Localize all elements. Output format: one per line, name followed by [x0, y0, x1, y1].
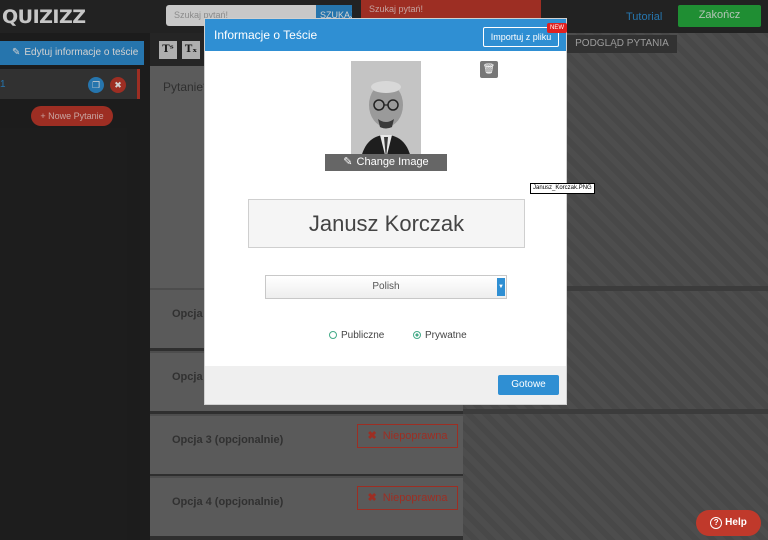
radio-label: Prywatne: [425, 330, 467, 341]
radio-label: Publiczne: [341, 330, 385, 341]
radio-selected-icon: [413, 331, 421, 339]
chevron-down-icon: ▼: [497, 278, 505, 296]
help-label: Help: [725, 517, 747, 528]
visibility-radio-public[interactable]: Publiczne: [329, 330, 384, 341]
trash-icon[interactable]: 🗑: [480, 61, 498, 78]
visibility-radio-private[interactable]: Prywatne: [413, 330, 467, 341]
question-icon: ?: [710, 517, 723, 529]
edit-icon: ✎: [343, 156, 353, 168]
modal-footer: Gotowe: [205, 366, 566, 404]
modal-title: Informacje o Teście: [214, 28, 318, 42]
modal-header: Informacje o Teście Importuj z pliku: [205, 19, 566, 51]
file-name-tooltip: Janusz_Korczak.PNG: [530, 183, 595, 194]
change-image-label: Change Image: [356, 156, 429, 168]
help-button[interactable]: ? Help: [696, 510, 761, 536]
radio-icon: [329, 331, 337, 339]
new-badge: NEW: [547, 23, 567, 33]
language-value: Polish: [372, 281, 400, 292]
quiz-name-input[interactable]: Janusz Korczak: [248, 199, 525, 248]
language-select[interactable]: Polish ▼: [265, 275, 507, 299]
change-image-button[interactable]: ✎ Change Image: [325, 154, 447, 171]
done-button[interactable]: Gotowe: [498, 375, 559, 395]
quiz-info-modal: Informacje o Teście Importuj z pliku NEW…: [204, 18, 567, 405]
